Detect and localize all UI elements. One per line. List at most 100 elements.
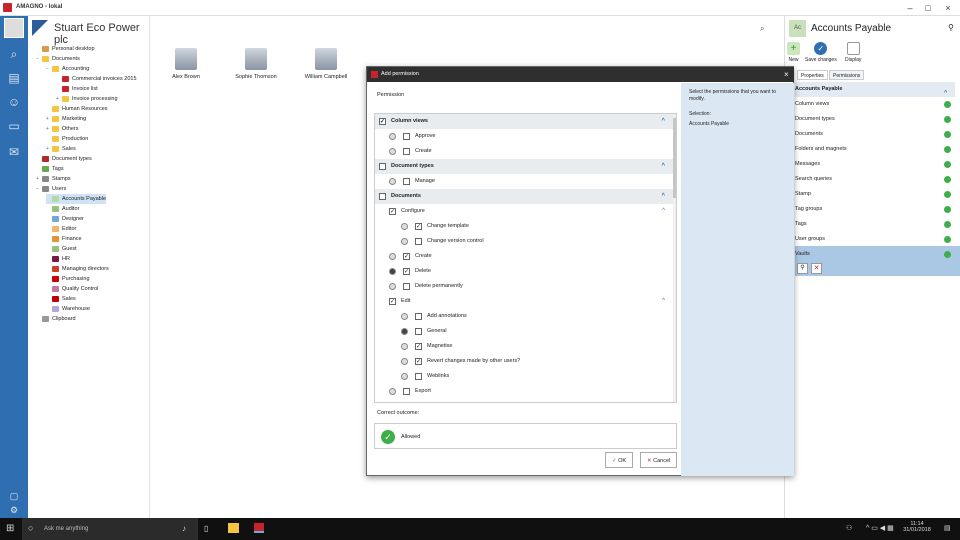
expand-icon[interactable]: + (36, 174, 41, 184)
tree-item[interactable]: + Sales (46, 144, 76, 154)
tree-item[interactable]: + Stamps (36, 174, 71, 184)
permission-row[interactable]: ✓ Create (375, 249, 673, 264)
permission-row[interactable]: Weblinks (375, 369, 673, 384)
close-icon[interactable]: × (942, 2, 954, 14)
tree-item[interactable]: Human Resources (46, 104, 108, 114)
permission-item[interactable]: Vaults (795, 247, 955, 262)
permission-checkbox[interactable]: ✓ (415, 358, 422, 365)
tree-item[interactable]: Editor (46, 224, 76, 234)
inherit-radio[interactable] (401, 313, 408, 320)
clock[interactable]: 11:14 31/01/2018 (902, 521, 932, 533)
tree-item[interactable]: Accounts Payable (46, 194, 107, 204)
tree-item[interactable]: − Users (36, 184, 66, 194)
inherit-radio[interactable] (401, 358, 408, 365)
permission-row[interactable]: General (375, 324, 673, 339)
display-button[interactable]: Display (845, 42, 861, 63)
permission-item[interactable]: Document types (795, 112, 955, 127)
settings-icon[interactable]: ⚙ (4, 500, 24, 520)
expand-icon[interactable]: + (46, 124, 51, 134)
delete-icon[interactable]: ✕ (811, 263, 822, 274)
tree-item[interactable]: HR (46, 254, 70, 264)
search-input[interactable]: ○ Ask me anything ♪ (22, 518, 198, 540)
documents-icon[interactable]: ▤ (4, 68, 24, 88)
tray-icons[interactable]: ^ ▭ ◀ ▦ (866, 524, 894, 532)
permission-checkbox[interactable]: ✓ (415, 223, 422, 230)
windows-start-icon[interactable]: ⊞ (6, 523, 14, 534)
permission-checkbox[interactable]: ✓ (389, 208, 396, 215)
messages-icon[interactable]: ▭ (4, 116, 24, 136)
expand-icon[interactable]: − (36, 54, 41, 64)
inbox-icon[interactable]: ✉ (4, 142, 24, 162)
permission-row[interactable]: ✓ Change template (375, 219, 673, 234)
user-icon[interactable]: ☺ (4, 92, 24, 112)
tree-item[interactable]: − Documents (36, 54, 80, 64)
inherit-radio[interactable] (401, 223, 408, 230)
tab-permissions[interactable]: Permissions (829, 70, 865, 80)
permission-checkbox[interactable]: ✓ (403, 268, 410, 275)
chevron-up-icon[interactable]: ^ (661, 189, 665, 204)
tree-item[interactable]: Personal desktop (36, 44, 95, 54)
permission-item[interactable]: Stamp (795, 187, 955, 202)
permission-checkbox[interactable] (415, 313, 422, 320)
expand-icon[interactable]: − (46, 64, 51, 74)
inherit-radio[interactable] (389, 283, 396, 290)
chevron-up-icon[interactable]: ^ (661, 114, 665, 129)
tree-item[interactable]: Auditor (46, 204, 79, 214)
permission-row[interactable]: ✓ Edit ^ (375, 294, 673, 309)
permission-checkbox[interactable] (403, 148, 410, 155)
permission-item[interactable]: Accounts Payable ^ (795, 82, 955, 97)
tree-item[interactable]: Production (46, 134, 88, 144)
maximize-icon[interactable]: □ (922, 2, 934, 14)
tree-item[interactable]: Finance (46, 234, 82, 244)
file-explorer-icon[interactable] (228, 523, 239, 533)
permission-row[interactable]: ✓ Column views ^ (375, 114, 673, 129)
permission-checkbox[interactable] (403, 388, 410, 395)
avatar[interactable] (4, 18, 24, 38)
permission-row[interactable]: ✓ Delete (375, 264, 673, 279)
permission-item[interactable]: Tags (795, 217, 955, 232)
permission-row[interactable]: Export (375, 384, 673, 399)
expand-icon[interactable]: − (36, 184, 41, 194)
permission-row[interactable]: Create (375, 144, 673, 159)
search-icon[interactable]: ⌕ (760, 24, 764, 34)
inherit-radio[interactable] (401, 343, 408, 350)
chevron-up-icon[interactable]: ^ (662, 204, 665, 219)
pin-icon[interactable]: ⚲ (797, 263, 808, 274)
task-view-icon[interactable]: ▯ (204, 524, 208, 533)
search-icon[interactable]: ⌕ (4, 44, 24, 64)
new-button[interactable]: + New (787, 42, 800, 63)
people-icon[interactable]: ⚇ (846, 524, 852, 532)
permission-checkbox[interactable] (379, 193, 386, 200)
permission-checkbox[interactable] (415, 328, 422, 335)
permission-item[interactable]: Documents (795, 127, 955, 142)
permission-checkbox[interactable]: ✓ (415, 343, 422, 350)
permission-item[interactable]: Folders and magnets (795, 142, 955, 157)
notification-icon[interactable]: ▤ (944, 524, 951, 532)
permission-checkbox[interactable] (415, 373, 422, 380)
amagno-taskbar-icon[interactable] (254, 523, 264, 533)
permission-item[interactable]: User groups (795, 232, 955, 247)
tab-properties[interactable]: Properties (797, 70, 828, 80)
tree-item[interactable]: Commercial invoices 2015 (56, 74, 137, 84)
tree-item[interactable]: Designer (46, 214, 84, 224)
tree-item[interactable]: Sales (46, 294, 76, 304)
user-card[interactable]: Sophie Thomson (226, 48, 286, 80)
expand-icon[interactable]: + (46, 144, 51, 154)
inherit-radio[interactable] (389, 178, 396, 185)
user-card[interactable]: William Campbell (296, 48, 356, 80)
tree-item[interactable]: Clipboard (36, 314, 76, 324)
permission-row[interactable]: Change version control (375, 234, 673, 249)
inherit-radio[interactable] (389, 133, 396, 140)
tree-item[interactable]: Invoice list (56, 84, 98, 94)
inherit-radio[interactable] (401, 238, 408, 245)
expand-icon[interactable]: + (56, 94, 61, 104)
close-icon[interactable]: × (784, 67, 789, 82)
tree-item[interactable]: + Others (46, 124, 79, 134)
tree-item[interactable]: − Accounting (46, 64, 89, 74)
permission-checkbox[interactable] (379, 163, 386, 170)
scrollbar-thumb[interactable] (673, 118, 676, 198)
pin-icon[interactable]: ⚲ (948, 23, 954, 32)
save-changes-button[interactable]: ✓ Save changes (805, 42, 837, 63)
user-card[interactable]: Alex Brown (156, 48, 216, 80)
inherit-radio[interactable] (389, 253, 396, 260)
